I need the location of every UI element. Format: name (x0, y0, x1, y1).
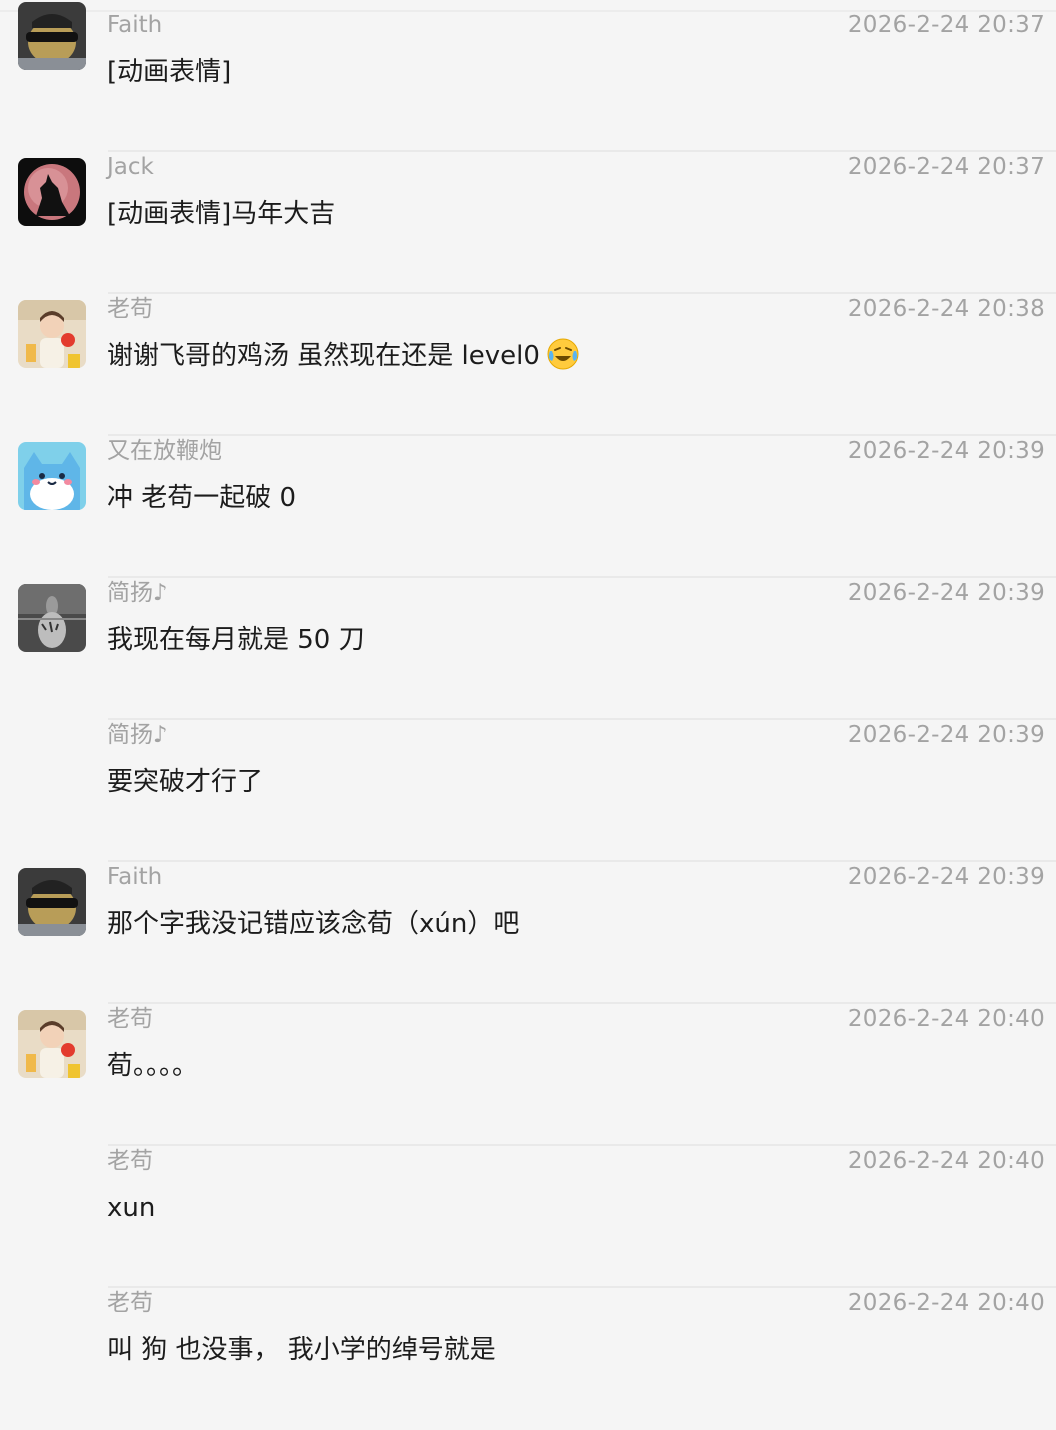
message-text[interactable]: 叫 狗 也没事， 我小学的绰号就是 (107, 1330, 496, 1370)
sender-name: 老苟 (107, 1148, 153, 1174)
message-time: 2026-2-24 20:37 (847, 154, 1045, 180)
sender-name: 老苟 (107, 296, 153, 322)
avatar-jack-icon (18, 158, 86, 226)
message-item[interactable]: Faith 2026-2-24 20:37 [动画表情] (0, 2, 1056, 152)
avatar[interactable] (18, 300, 86, 368)
chat-message-list[interactable]: Faith 2026-2-24 20:37 [动画表情] Jack 2026-2… (0, 0, 1056, 1388)
sender-name: 老苟 (107, 1006, 153, 1032)
avatar-faith-icon (18, 2, 86, 70)
message-time: 2026-2-24 20:40 (847, 1290, 1045, 1316)
message-text[interactable]: [动画表情] (107, 52, 231, 92)
avatar[interactable] (18, 868, 86, 936)
avatar[interactable] (18, 158, 86, 226)
avatar[interactable] (18, 442, 86, 510)
laughing-crying-emoji-icon (547, 338, 579, 369)
message-item[interactable]: 简扬♪ 2026-2-24 20:39 我现在每月就是 50 刀 (0, 578, 1056, 720)
message-time: 2026-2-24 20:39 (847, 864, 1045, 890)
message-time: 2026-2-24 20:39 (847, 722, 1045, 748)
avatar-jianyang-icon (18, 584, 86, 652)
message-item[interactable]: 又在放鞭炮 2026-2-24 20:39 冲 老苟一起破 0 (0, 436, 1056, 578)
avatar[interactable] (18, 1010, 86, 1078)
message-time: 2026-2-24 20:39 (847, 580, 1045, 606)
message-item[interactable]: 老苟 2026-2-24 20:40 叫 狗 也没事， 我小学的绰号就是 (0, 1288, 1056, 1430)
sender-name: 老苟 (107, 1290, 153, 1316)
sender-name: Faith (107, 864, 163, 890)
message-text[interactable]: 那个字我没记错应该念荀（xún）吧 (107, 904, 519, 944)
message-time: 2026-2-24 20:40 (847, 1006, 1045, 1032)
message-text[interactable]: [动画表情]马年大吉 (107, 194, 335, 234)
avatar-faith-icon (18, 868, 86, 936)
avatar-laogou-icon (18, 1010, 86, 1078)
message-time: 2026-2-24 20:40 (847, 1148, 1045, 1174)
sender-name: 又在放鞭炮 (107, 438, 222, 464)
message-time: 2026-2-24 20:38 (847, 296, 1045, 322)
message-text[interactable]: 要突破才行了 (107, 762, 263, 802)
sender-name: 简扬♪ (107, 722, 168, 748)
avatar[interactable] (18, 584, 86, 652)
message-text[interactable]: xun (107, 1188, 155, 1228)
message-text-content: 谢谢飞哥的鸡汤 虽然现在还是 level0 (107, 341, 540, 371)
message-item[interactable]: 老苟 2026-2-24 20:40 xun (0, 1146, 1056, 1288)
message-item[interactable]: 简扬♪ 2026-2-24 20:39 要突破才行了 (0, 720, 1056, 862)
avatar[interactable] (18, 2, 86, 70)
message-item[interactable]: Faith 2026-2-24 20:39 那个字我没记错应该念荀（xún）吧 (0, 862, 1056, 1004)
sender-name: Jack (107, 154, 154, 180)
message-time: 2026-2-24 20:37 (847, 12, 1045, 38)
message-text[interactable]: 冲 老苟一起破 0 (107, 478, 296, 518)
message-text[interactable]: 谢谢飞哥的鸡汤 虽然现在还是 level0 (107, 336, 580, 376)
message-item[interactable]: Jack 2026-2-24 20:37 [动画表情]马年大吉 (0, 152, 1056, 294)
message-item[interactable]: 老苟 2026-2-24 20:40 荀。。。。 (0, 1004, 1056, 1146)
sender-name: Faith (107, 12, 163, 38)
sender-name: 简扬♪ (107, 580, 168, 606)
message-text[interactable]: 荀。。。。 (107, 1046, 198, 1086)
avatar-laogou-icon (18, 300, 86, 368)
avatar-cat-icon (18, 442, 86, 510)
message-time: 2026-2-24 20:39 (847, 438, 1045, 464)
message-item[interactable]: 老苟 2026-2-24 20:38 谢谢飞哥的鸡汤 虽然现在还是 level0 (0, 294, 1056, 436)
message-text[interactable]: 我现在每月就是 50 刀 (107, 620, 365, 660)
